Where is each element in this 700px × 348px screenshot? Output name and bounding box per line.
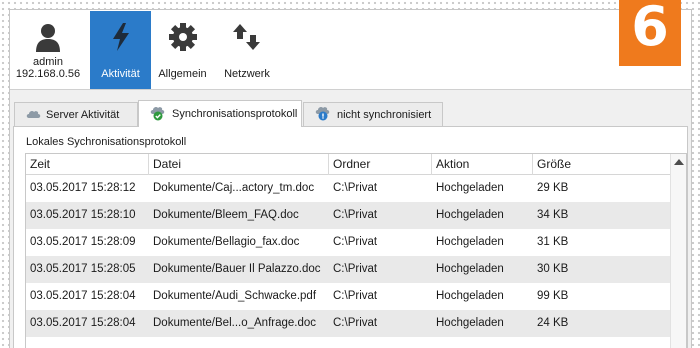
table-header: Zeit Datei Ordner Aktion Größe [26, 154, 671, 175]
cell-datei: Dokumente/Bleem_FAQ.doc [153, 209, 299, 221]
tab-label: Synchronisationsprotokoll [172, 108, 298, 120]
sync-log-table: Zeit Datei Ordner Aktion Größe 03.05.201… [25, 153, 687, 348]
tab-server-aktivitaet[interactable]: Server Aktivität [14, 102, 138, 126]
cell-groesse: 29 KB [537, 182, 569, 194]
tab-synchronisationsprotokoll[interactable]: Synchronisationsprotokoll [138, 100, 302, 127]
cell-aktion: Hochgeladen [436, 182, 504, 194]
cell-aktion: Hochgeladen [436, 236, 504, 248]
cell-zeit: 03.05.2017 15:28:10 [30, 209, 136, 221]
vertical-scrollbar[interactable] [670, 154, 686, 348]
toolbar-item-label: Allgemein [158, 68, 207, 80]
cell-ordner: C:\Privat [333, 317, 378, 329]
cell-zeit: 03.05.2017 15:28:05 [30, 263, 136, 275]
cell-zeit: 03.05.2017 15:28:04 [30, 317, 136, 329]
cell-datei: Dokumente/Bauer Il Palazzo.doc [153, 263, 321, 275]
table-row[interactable]: 03.05.2017 15:28:04 Dokumente/Audi_Schwa… [26, 283, 671, 310]
cell-ordner: C:\Privat [333, 182, 378, 194]
toolbar-aktivitaet-button[interactable]: Aktivität [90, 11, 151, 89]
cell-datei: Dokumente/Audi_Schwacke.pdf [153, 290, 317, 302]
cell-ordner: C:\Privat [333, 290, 378, 302]
table-row[interactable]: 03.05.2017 15:28:05 Dokumente/Bauer Il P… [26, 256, 671, 283]
cell-zeit: 03.05.2017 15:28:04 [30, 290, 136, 302]
cell-zeit: 03.05.2017 15:28:12 [30, 182, 136, 194]
tab-label: Server Aktivität [46, 108, 120, 121]
column-header-ordner[interactable]: Ordner [329, 154, 432, 175]
cell-groesse: 31 KB [537, 236, 569, 248]
cell-groesse: 30 KB [537, 263, 569, 275]
cloud-icon [25, 108, 41, 122]
table-row[interactable]: 03.05.2017 15:28:04 Dokumente/Bel...o_An… [26, 310, 671, 337]
cell-aktion: Hochgeladen [436, 263, 504, 275]
section-title: Lokales Sychronisationsprotokoll [26, 136, 187, 148]
cell-ordner: C:\Privat [333, 236, 378, 248]
cell-ordner: C:\Privat [333, 209, 378, 221]
cell-datei: Dokumente/Bellagio_fax.doc [153, 236, 300, 248]
toolbar-allgemein-button[interactable]: Allgemein [155, 11, 210, 89]
table-row[interactable]: 03.05.2017 15:28:12 Dokumente/Caj...acto… [26, 175, 671, 202]
cell-aktion: Hochgeladen [436, 290, 504, 302]
column-header-aktion[interactable]: Aktion [432, 154, 533, 175]
toolbar-item-label: Netzwerk [224, 68, 270, 80]
toolbar-item-label: Aktivität [101, 68, 140, 80]
cloud-warning-icon [314, 105, 332, 124]
admin-user-button[interactable]: admin 192.168.0.56 [11, 11, 85, 89]
admin-name: admin [33, 56, 63, 68]
lightning-icon [110, 22, 132, 55]
user-icon [34, 22, 62, 57]
cell-zeit: 03.05.2017 15:28:09 [30, 236, 136, 248]
tab-nicht-synchronisiert[interactable]: nicht synchronisiert [303, 102, 443, 126]
tab-label: nicht synchronisiert [337, 108, 432, 121]
admin-ip: 192.168.0.56 [15, 68, 81, 80]
gear-icon [168, 22, 198, 55]
cell-aktion: Hochgeladen [436, 317, 504, 329]
cell-groesse: 99 KB [537, 290, 569, 302]
tab-panel: Lokales Sychronisationsprotokoll Zeit Da… [13, 126, 688, 348]
cell-datei: Dokumente/Bel...o_Anfrage.doc [153, 317, 317, 329]
table-row[interactable]: 03.05.2017 15:28:10 Dokumente/Bleem_FAQ.… [26, 202, 671, 229]
cell-aktion: Hochgeladen [436, 209, 504, 221]
toolbar: admin 192.168.0.56 Aktivität Allgemein N… [10, 10, 691, 90]
cell-ordner: C:\Privat [333, 263, 378, 275]
cell-groesse: 34 KB [537, 209, 569, 221]
cell-groesse: 24 KB [537, 317, 569, 329]
table-body: 03.05.2017 15:28:12 Dokumente/Caj...acto… [26, 175, 671, 337]
cloud-check-icon [149, 105, 167, 124]
toolbar-netzwerk-button[interactable]: Netzwerk [217, 11, 277, 89]
column-header-datei[interactable]: Datei [149, 154, 329, 175]
step-number-badge: 6 [619, 0, 681, 66]
column-header-groesse[interactable]: Größe [533, 154, 671, 175]
tab-bar: Server Aktivität Synchronisationsprotoko… [10, 100, 691, 127]
column-header-zeit[interactable]: Zeit [26, 154, 149, 175]
scroll-up-arrow-icon[interactable] [674, 159, 684, 165]
table-row[interactable]: 03.05.2017 15:28:09 Dokumente/Bellagio_f… [26, 229, 671, 256]
network-arrows-icon [231, 22, 263, 55]
cell-datei: Dokumente/Caj...actory_tm.doc [153, 182, 315, 194]
app-window: admin 192.168.0.56 Aktivität Allgemein N… [9, 9, 692, 348]
